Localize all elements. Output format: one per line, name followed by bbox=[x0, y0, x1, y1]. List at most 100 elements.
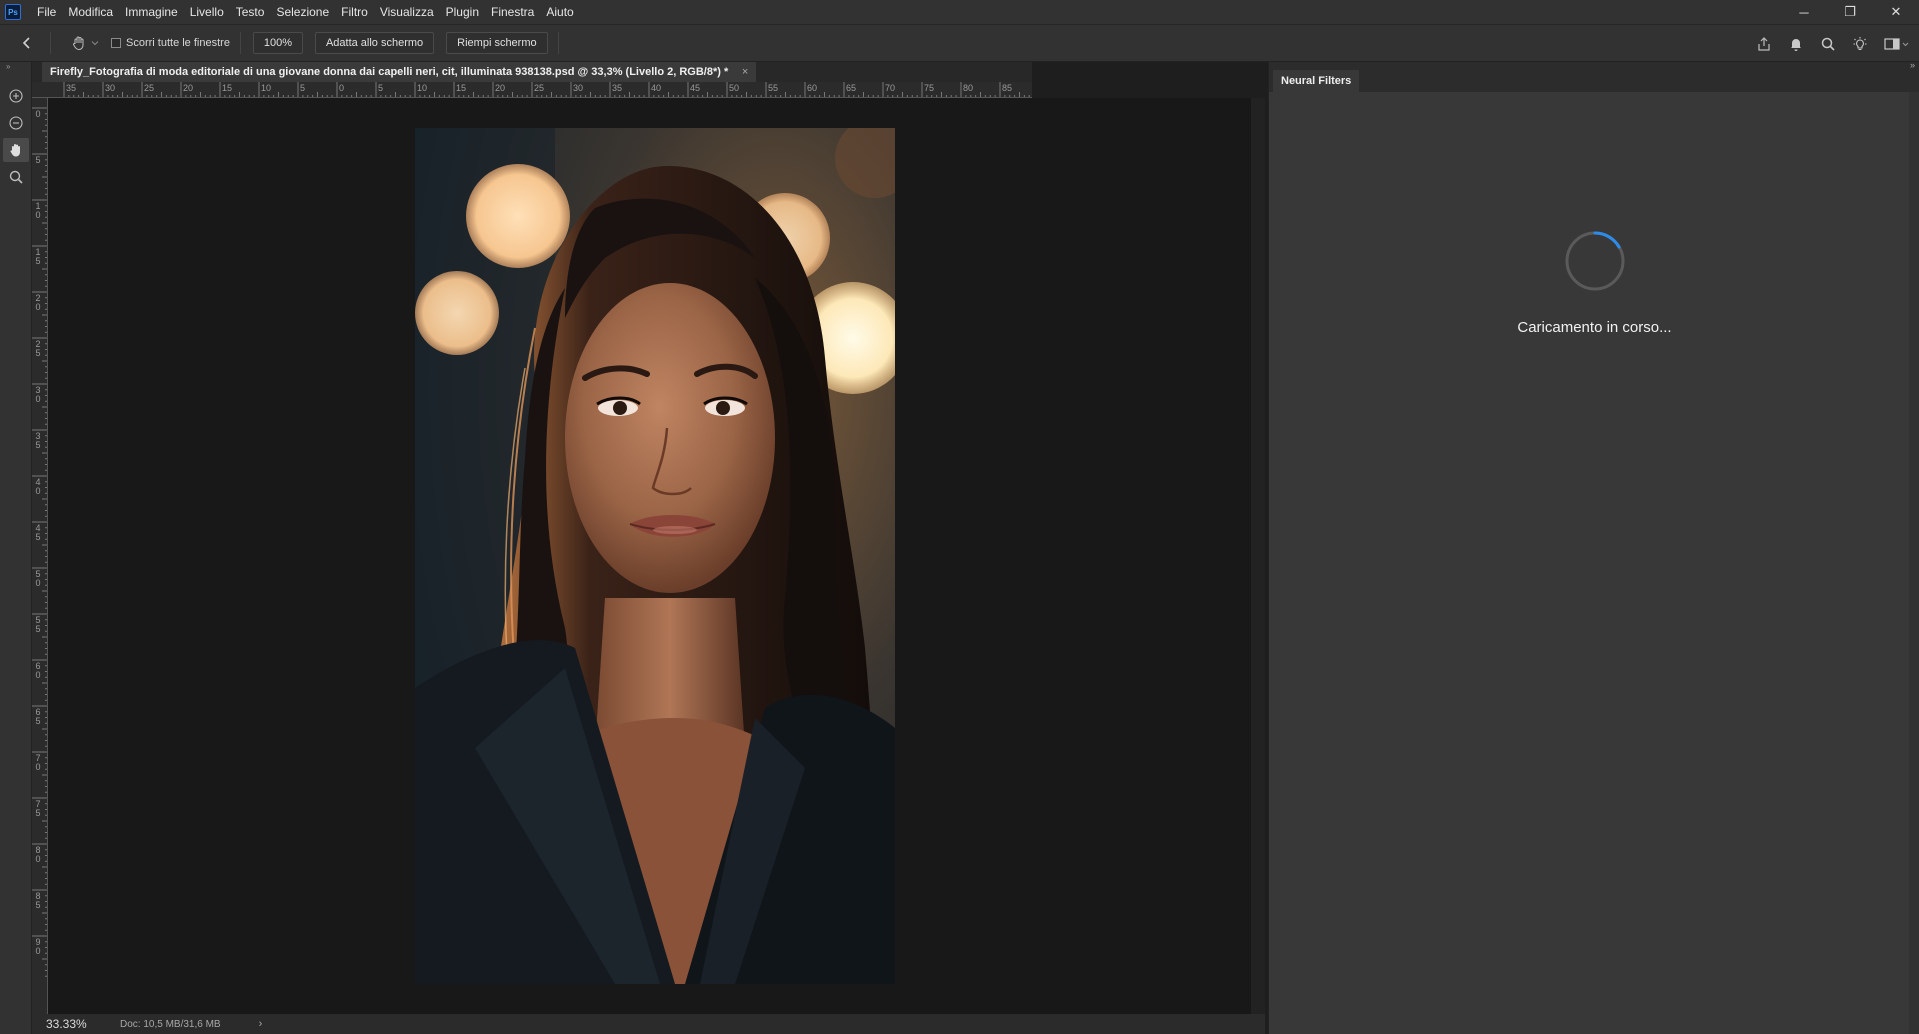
ruler-label: 15 bbox=[456, 83, 467, 93]
zoom-in-tool[interactable] bbox=[3, 84, 29, 108]
ruler-label: 40 bbox=[651, 83, 662, 93]
menu-testo[interactable]: Testo bbox=[230, 0, 271, 24]
ruler-label: 20 bbox=[495, 83, 506, 93]
ruler-label: 10 bbox=[261, 83, 272, 93]
menu-bar: Ps File Modifica Immagine Livello Testo … bbox=[0, 0, 1919, 24]
back-button[interactable] bbox=[14, 30, 40, 56]
share-icon bbox=[1758, 37, 1770, 51]
fit-screen-button[interactable]: Adatta allo schermo bbox=[314, 32, 435, 54]
menu-plugin[interactable]: Plugin bbox=[440, 0, 485, 24]
loading-text: Caricamento in corso... bbox=[1517, 319, 1672, 336]
ruler-label: 30 bbox=[105, 83, 116, 93]
ruler-label: 8 5 bbox=[35, 891, 41, 910]
zoom-out-tool[interactable] bbox=[3, 111, 29, 135]
discover-button[interactable] bbox=[1851, 35, 1869, 53]
tools-panel: » bbox=[0, 62, 32, 1034]
notifications-button[interactable] bbox=[1787, 35, 1805, 53]
menu-visualizza[interactable]: Visualizza bbox=[374, 0, 440, 24]
scroll-all-windows-checkbox[interactable] bbox=[111, 38, 121, 48]
ruler-label: 1 5 bbox=[35, 247, 41, 266]
menu-file[interactable]: File bbox=[31, 0, 62, 24]
ruler-label: 0 bbox=[339, 83, 345, 93]
ruler-label: 1 0 bbox=[35, 201, 41, 220]
ruler-label: 0 bbox=[35, 109, 41, 119]
ruler-label: 5 0 bbox=[35, 569, 41, 588]
hand-icon bbox=[73, 36, 84, 51]
document-tab-bar: Firefly_Fotografia di moda editoriale di… bbox=[32, 62, 1032, 82]
document-canvas[interactable] bbox=[48, 98, 1251, 1014]
vertical-ruler[interactable]: 0 5 1 0 1 5 2 0 2 5 3 0 3 5 4 0 4 5 5 0 5 5 6 0 6 5 7 … bbox=[32, 98, 48, 1014]
panel-tab-bar: » Neural Filters bbox=[1269, 60, 1919, 92]
ruler-label: 7 0 bbox=[35, 753, 41, 772]
menu-finestra[interactable]: Finestra bbox=[485, 0, 540, 24]
ruler-label: 55 bbox=[768, 83, 779, 93]
zoom-out-icon bbox=[9, 116, 23, 130]
ruler-label: 25 bbox=[144, 83, 155, 93]
ruler-label: 45 bbox=[690, 83, 701, 93]
portrait-image[interactable] bbox=[415, 128, 895, 984]
horizontal-ruler[interactable]: 35 30 25 20 15 10 5 0 5 10 15 20 25 30 35 40 45 50 55 60 65 7… bbox=[44, 82, 1032, 98]
ruler-label: 75 bbox=[924, 83, 935, 93]
document-tab[interactable]: Firefly_Fotografia di moda editoriale di… bbox=[42, 62, 757, 82]
zoom-level-field[interactable]: 33.33% bbox=[32, 1017, 112, 1031]
toolbar-grip[interactable]: » bbox=[0, 62, 31, 72]
photoshop-logo: Ps bbox=[5, 4, 21, 20]
ruler-label: 80 bbox=[963, 83, 974, 93]
ruler-label: 3 5 bbox=[35, 431, 41, 450]
menu-modifica[interactable]: Modifica bbox=[62, 0, 119, 24]
ruler-label: 85 bbox=[1002, 83, 1013, 93]
ruler-label: 6 0 bbox=[35, 661, 41, 680]
ruler-label: 4 5 bbox=[35, 523, 41, 542]
menu-selezione[interactable]: Selezione bbox=[270, 0, 335, 24]
menu-livello[interactable]: Livello bbox=[184, 0, 230, 24]
ruler-label: 65 bbox=[846, 83, 857, 93]
menu-immagine[interactable]: Immagine bbox=[119, 0, 184, 24]
ruler-label: 60 bbox=[807, 83, 818, 93]
ruler-label: 9 0 bbox=[35, 937, 41, 956]
vertical-ruler-ticks bbox=[32, 107, 47, 977]
ruler-label: 5 5 bbox=[35, 615, 41, 634]
scroll-all-windows-option[interactable]: Scorri tutte le finestre bbox=[111, 37, 230, 49]
document-tab-title: Firefly_Fotografia di moda editoriale di… bbox=[50, 66, 729, 78]
zoom-100-button[interactable]: 100% bbox=[252, 32, 303, 54]
neural-filters-panel: » Neural Filters Caricamento in corso... bbox=[1268, 60, 1919, 1034]
separator bbox=[50, 32, 51, 54]
app-bar-icons bbox=[1755, 25, 1911, 63]
ruler-label: 6 5 bbox=[35, 707, 41, 726]
search-button[interactable] bbox=[1819, 35, 1837, 53]
lightbulb-icon bbox=[1853, 37, 1867, 51]
ruler-label: 20 bbox=[183, 83, 194, 93]
workspace-button[interactable] bbox=[1883, 35, 1911, 53]
ruler-label: 5 bbox=[300, 83, 306, 93]
zoom-tool[interactable] bbox=[3, 165, 29, 189]
canvas-vertical-scrollbar[interactable] bbox=[1251, 98, 1265, 1014]
tool-preset-picker[interactable] bbox=[71, 35, 99, 51]
minimize-button[interactable]: ─ bbox=[1781, 0, 1827, 24]
window-controls: ─ ❐ ✕ bbox=[1781, 0, 1919, 24]
ruler-label: 50 bbox=[729, 83, 740, 93]
status-menu-arrow[interactable]: › bbox=[259, 1018, 263, 1030]
restore-button[interactable]: ❐ bbox=[1827, 0, 1873, 24]
ruler-label: 5 bbox=[35, 155, 41, 165]
share-button[interactable] bbox=[1755, 35, 1773, 53]
tab-neural-filters[interactable]: Neural Filters bbox=[1273, 70, 1360, 92]
workspace-icon bbox=[1884, 38, 1909, 50]
search-icon bbox=[9, 170, 23, 184]
zoom-in-icon bbox=[9, 89, 23, 103]
ruler-label: 8 0 bbox=[35, 845, 41, 864]
ruler-label: 15 bbox=[222, 83, 233, 93]
ruler-label: 10 bbox=[417, 83, 428, 93]
close-document-button[interactable]: × bbox=[742, 62, 748, 82]
fill-screen-button[interactable]: Riempi schermo bbox=[446, 32, 548, 54]
ruler-label: 30 bbox=[573, 83, 584, 93]
panel-collapse-arrows[interactable]: » bbox=[1910, 60, 1915, 70]
status-bar: 33.33% Doc: 10,5 MB/31,6 MB › bbox=[32, 1014, 1265, 1034]
panel-scrollbar[interactable] bbox=[1909, 92, 1919, 1034]
hand-icon bbox=[10, 144, 20, 157]
menu-aiuto[interactable]: Aiuto bbox=[540, 0, 579, 24]
close-window-button[interactable]: ✕ bbox=[1873, 0, 1919, 24]
document-size-info: Doc: 10,5 MB/31,6 MB bbox=[120, 1018, 221, 1030]
options-bar: Scorri tutte le finestre 100% Adatta all… bbox=[0, 24, 1919, 62]
menu-filtro[interactable]: Filtro bbox=[335, 0, 374, 24]
hand-tool[interactable] bbox=[3, 138, 29, 162]
